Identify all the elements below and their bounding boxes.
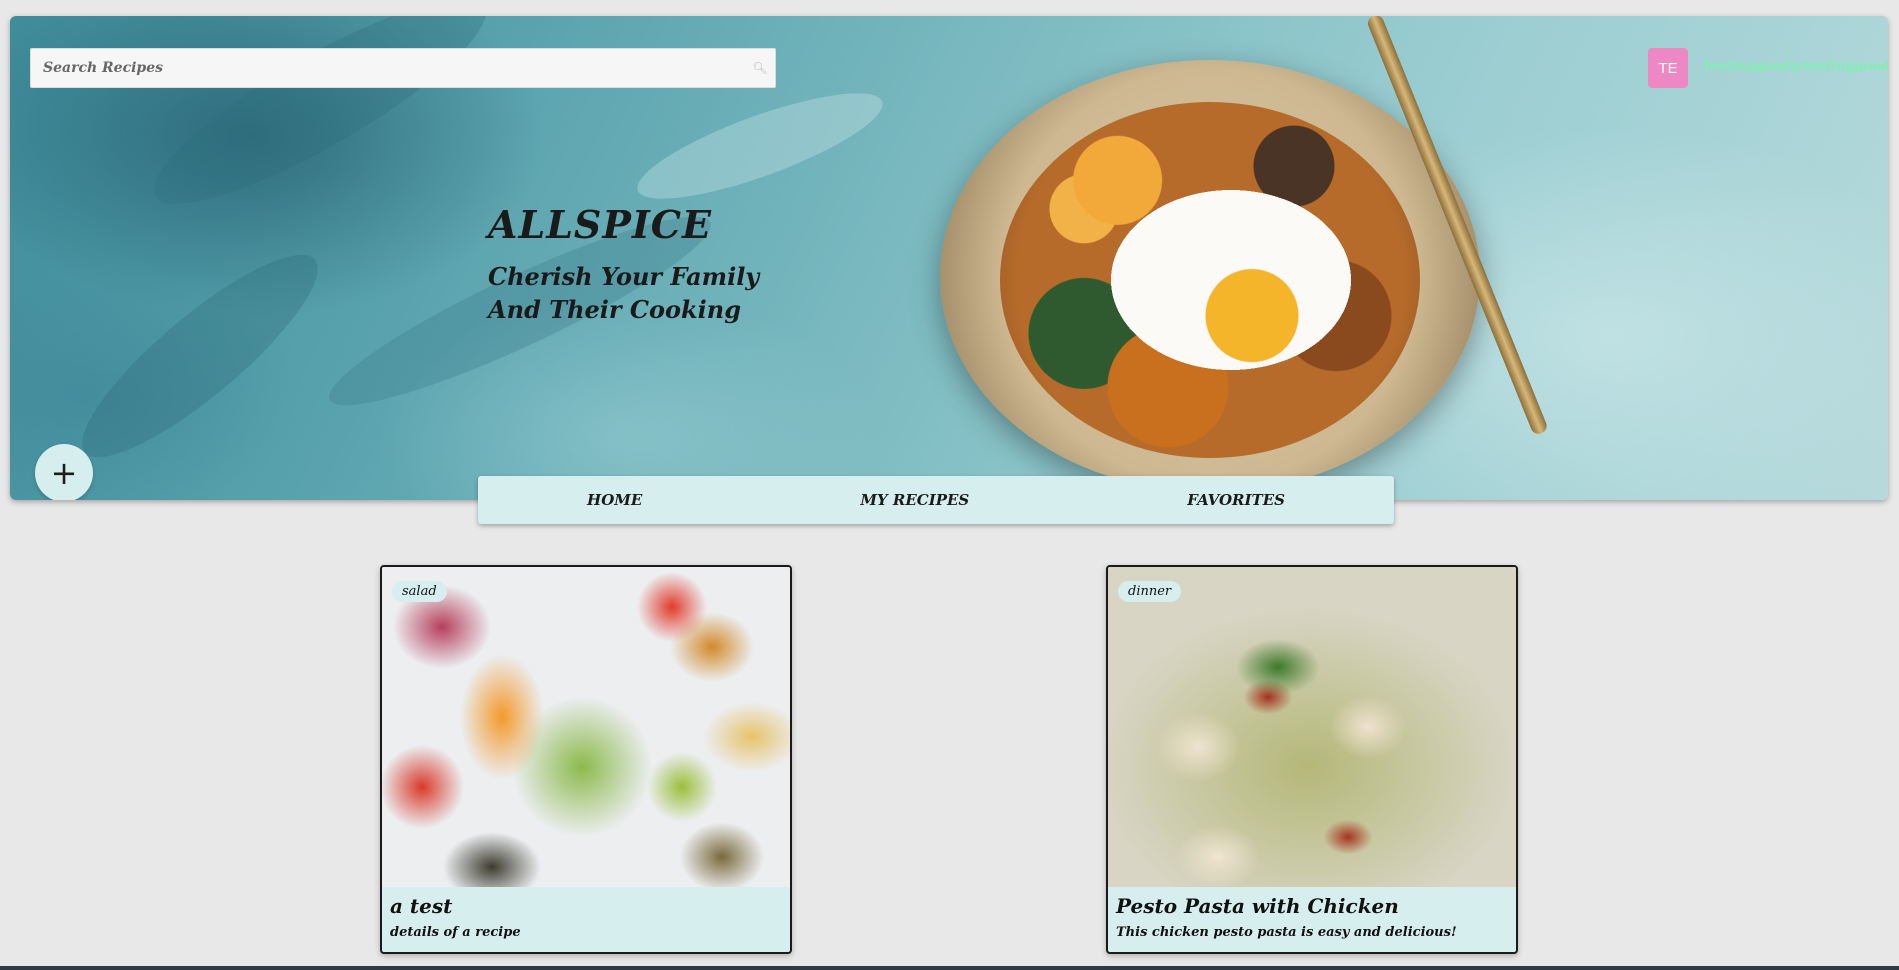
brush-stroke	[59, 228, 341, 484]
search-icon[interactable]: 🔍︎	[745, 61, 775, 75]
bottom-edge	[0, 966, 1899, 970]
recipe-card[interactable]: salad a test details of a recipe	[380, 565, 792, 954]
hero-food-image	[1000, 102, 1420, 458]
recipe-description: This chicken pesto pasta is easy and del…	[1116, 925, 1457, 940]
category-badge: salad	[392, 581, 447, 602]
recipe-title: Pesto Pasta with Chicken	[1116, 894, 1399, 918]
add-recipe-button[interactable]: +	[35, 444, 93, 500]
hero-banner: 🔍︎ TE testinggood@testinggood.com ALLSPI…	[10, 16, 1888, 500]
nav-my-recipes[interactable]: MY RECIPES	[860, 491, 969, 509]
recipe-title: a test	[390, 894, 453, 918]
search-bar[interactable]: 🔍︎	[30, 48, 776, 88]
nav-home[interactable]: HOME	[587, 491, 642, 509]
brand-title: ALLSPICE	[488, 202, 712, 247]
nav-favorites[interactable]: FAVORITES	[1187, 491, 1285, 509]
brush-stroke	[627, 73, 893, 219]
search-input[interactable]	[31, 49, 745, 87]
recipe-description: details of a recipe	[390, 925, 521, 940]
category-badge: dinner	[1118, 581, 1182, 602]
recipe-image[interactable]	[382, 567, 790, 887]
recipe-card-body: Pesto Pasta with Chicken This chicken pe…	[1108, 887, 1516, 952]
tagline-line-1: Cherish Your Family	[488, 262, 760, 291]
plus-icon: +	[50, 454, 78, 492]
tagline-line-2: And Their Cooking	[488, 295, 741, 324]
user-email[interactable]: testinggood@testinggood.com	[1704, 59, 1888, 74]
recipe-card[interactable]: dinner Pesto Pasta with Chicken This chi…	[1106, 565, 1518, 954]
avatar[interactable]: TE	[1648, 48, 1688, 88]
main-nav: HOME MY RECIPES FAVORITES	[478, 476, 1394, 524]
recipe-card-body: a test details of a recipe	[382, 887, 790, 952]
recipe-image[interactable]	[1108, 567, 1516, 887]
brand-tagline: Cherish Your Family And Their Cooking	[488, 260, 759, 326]
